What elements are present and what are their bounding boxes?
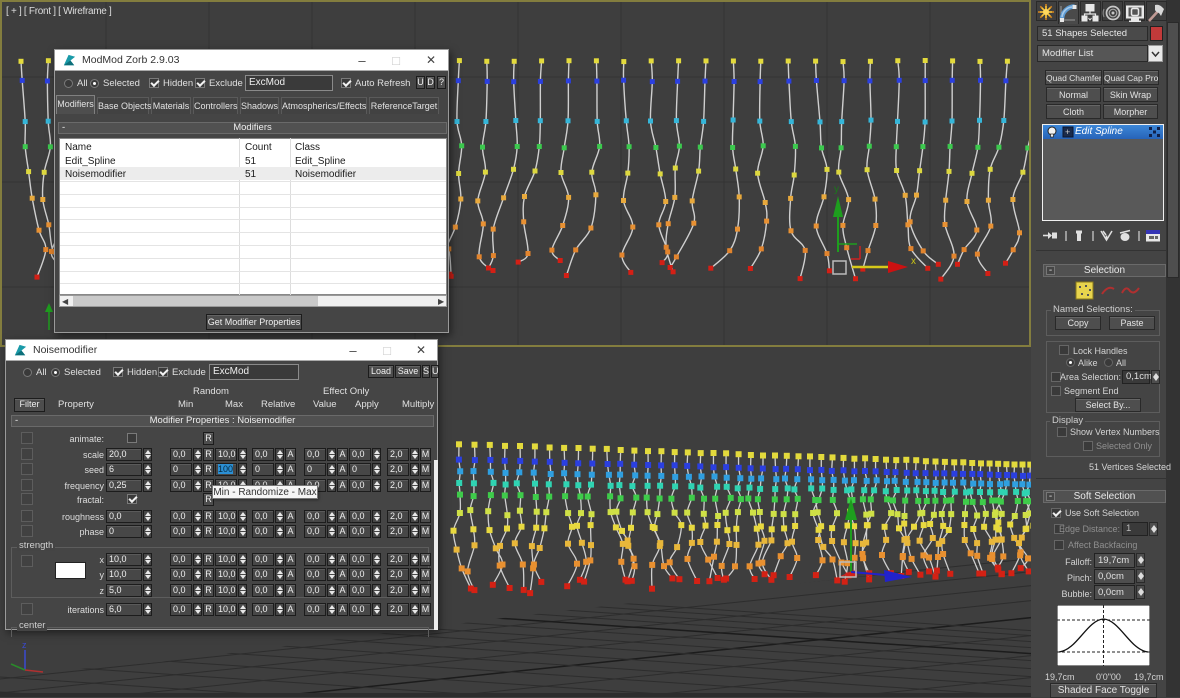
svg-text:y: y (834, 184, 839, 195)
svg-text:+: + (1065, 127, 1070, 137)
svg-text:z: z (22, 640, 27, 650)
svg-text:x: x (911, 256, 916, 267)
svg-text:[ + ] [ Front ] [ Wireframe ]: [ + ] [ Front ] [ Wireframe ] (6, 6, 112, 17)
